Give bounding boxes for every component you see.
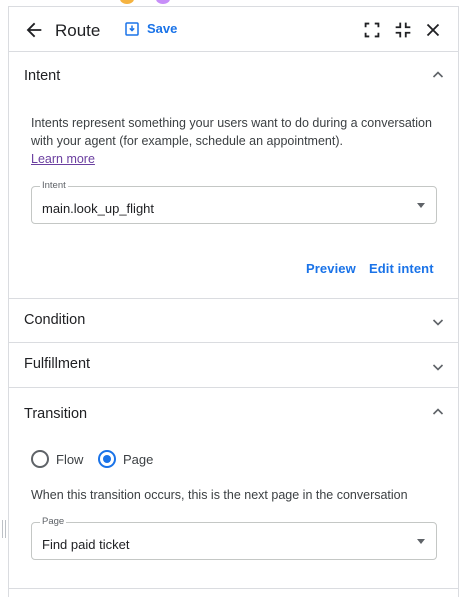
- save-button[interactable]: Save: [125, 21, 177, 36]
- intent-section-title: Intent: [24, 68, 61, 84]
- chevron-down-icon[interactable]: [430, 314, 446, 330]
- chevron-down-icon[interactable]: [430, 359, 446, 375]
- fulfillment-section: Fulfillment: [9, 343, 458, 388]
- page-radio[interactable]: [98, 450, 116, 468]
- panel-title: Route: [55, 21, 101, 40]
- chevron-up-icon[interactable]: [430, 404, 446, 420]
- collapse-fullscreen-icon[interactable]: [392, 19, 414, 41]
- save-label: Save: [147, 21, 178, 36]
- resize-drag-handle[interactable]: [2, 520, 6, 538]
- learn-more-link[interactable]: Learn more: [31, 150, 95, 168]
- save-icon: [125, 21, 139, 36]
- edit-intent-button[interactable]: Edit intent: [369, 261, 434, 276]
- decorative-dot: [156, 0, 170, 4]
- intent-field-value: main.look_up_flight: [42, 201, 155, 216]
- condition-section-title: Condition: [24, 312, 86, 328]
- transition-description: When this transition occurs, this is the…: [31, 488, 408, 502]
- intent-description: Intents represent something your users w…: [31, 116, 432, 148]
- page-radio-label[interactable]: Page: [123, 452, 153, 467]
- transition-section-header[interactable]: Transition: [9, 388, 458, 436]
- fulfillment-section-title: Fulfillment: [24, 356, 91, 372]
- close-icon[interactable]: [422, 19, 444, 41]
- intent-section-header[interactable]: Intent: [9, 52, 458, 100]
- chevron-up-icon[interactable]: [430, 67, 446, 83]
- dropdown-arrow-icon: [417, 203, 425, 208]
- flow-radio-label[interactable]: Flow: [56, 452, 83, 467]
- page-field-value: Find paid ticket: [42, 537, 130, 552]
- back-arrow-icon[interactable]: [23, 19, 45, 41]
- flow-radio[interactable]: [31, 450, 49, 468]
- intent-section: Intent Intents represent something your …: [9, 52, 458, 299]
- intent-field-label: Intent: [40, 180, 68, 191]
- dropdown-arrow-icon: [417, 539, 425, 544]
- fullscreen-icon[interactable]: [361, 19, 383, 41]
- decorative-dot: [120, 0, 134, 4]
- intent-select[interactable]: Intent main.look_up_flight: [31, 180, 437, 224]
- transition-section: Transition Flow Page When this transitio…: [9, 388, 458, 589]
- intent-section-body: Intents represent something your users w…: [9, 100, 458, 298]
- route-panel: Route Save Intent Intents represent some…: [8, 6, 459, 597]
- page-field-label: Page: [40, 516, 67, 527]
- page-select[interactable]: Page Find paid ticket: [31, 516, 437, 560]
- transition-section-title: Transition: [24, 406, 88, 422]
- condition-section-header[interactable]: Condition: [9, 299, 458, 342]
- preview-button[interactable]: Preview: [306, 261, 356, 276]
- condition-section: Condition: [9, 299, 458, 343]
- transition-section-body: Flow Page When this transition occurs, t…: [9, 436, 458, 588]
- fulfillment-section-header[interactable]: Fulfillment: [9, 343, 458, 387]
- panel-header: Route Save: [9, 7, 458, 52]
